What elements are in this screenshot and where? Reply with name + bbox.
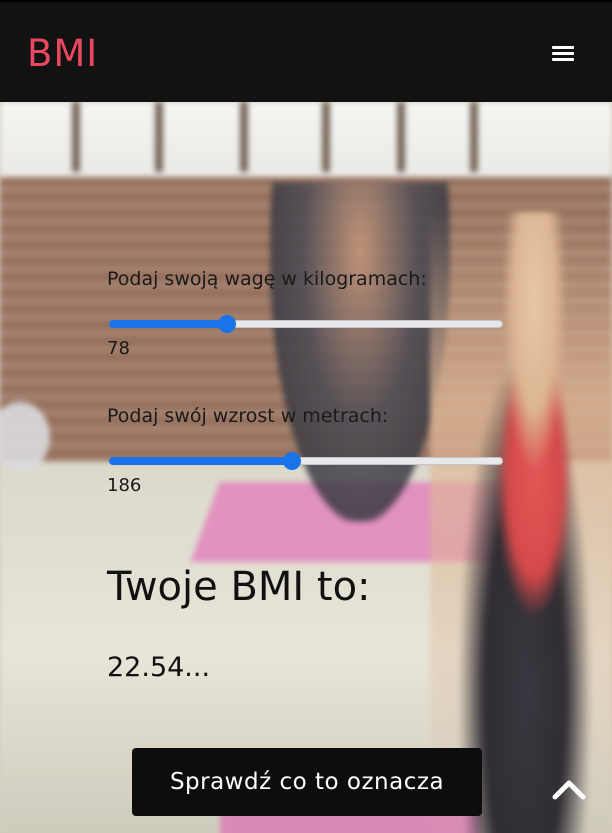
chevron-up-icon[interactable]: [550, 774, 588, 804]
height-slider-thumb[interactable]: [283, 452, 301, 470]
weight-slider-fill: [109, 320, 227, 328]
height-label: Podaj swój wzrost w metrach:: [107, 405, 389, 427]
check-meaning-button[interactable]: Sprawdź co to oznacza: [132, 748, 482, 816]
logo[interactable]: BMI: [27, 32, 98, 75]
hero-section: Podaj swoją wagę w kilogramach: 78 Podaj…: [0, 102, 612, 833]
hamburger-menu-icon[interactable]: [549, 42, 577, 66]
weight-slider[interactable]: [109, 315, 503, 333]
weight-value: 78: [107, 338, 130, 359]
weight-label: Podaj swoją wagę w kilogramach:: [107, 268, 427, 290]
top-navbar: BMI: [0, 0, 612, 102]
height-slider-fill: [109, 457, 292, 465]
bmi-result-title: Twoje BMI to:: [107, 564, 371, 610]
height-slider[interactable]: [109, 452, 503, 470]
height-value: 186: [107, 475, 142, 496]
bmi-result-value: 22.54...: [107, 652, 211, 683]
weight-slider-thumb[interactable]: [218, 315, 236, 333]
